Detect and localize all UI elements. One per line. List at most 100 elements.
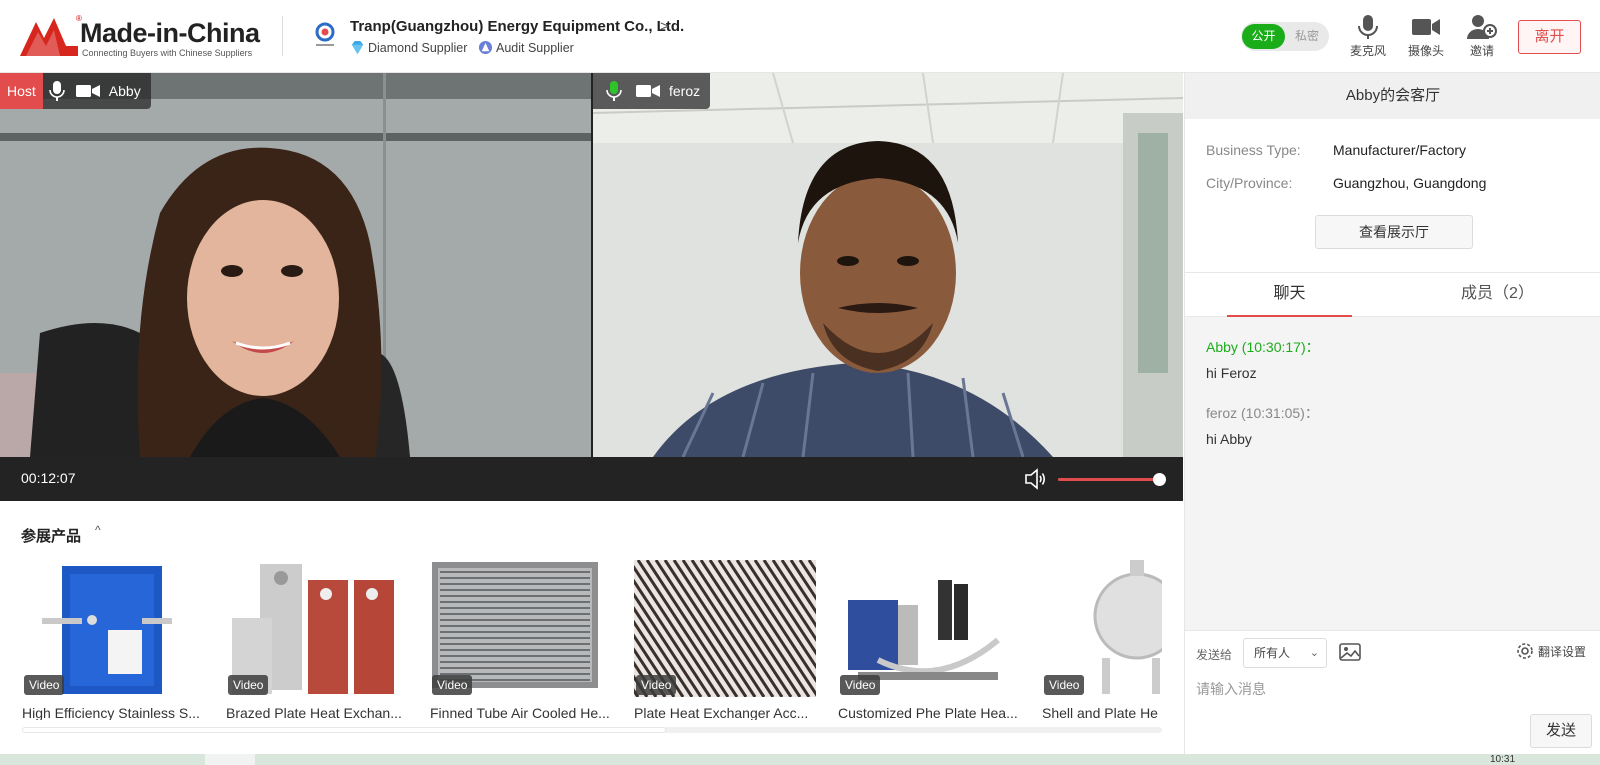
camera-icon (636, 85, 660, 97)
business-type-value: Manufacturer/Factory (1333, 142, 1467, 158)
message-composer: 发送给 所有人 ⌄ 翻译设置 发送 (1185, 630, 1600, 754)
volume-icon[interactable] (1024, 467, 1048, 491)
video-tile-guest[interactable]: feroz (593, 73, 1183, 457)
tab-chat[interactable]: 聊天 (1227, 273, 1352, 317)
volume-slider-fill (1058, 478, 1159, 481)
product-card[interactable]: Video High Efficiency Stainless S... (22, 560, 204, 720)
product-name[interactable]: Finned Tube Air Cooled He... (430, 705, 612, 720)
call-timer: 00:12:07 (21, 470, 76, 486)
translate-settings-button[interactable]: 翻译设置 (1516, 642, 1586, 660)
product-thumbnail[interactable]: Video (226, 560, 408, 697)
participant-name: feroz (669, 83, 701, 99)
side-tabs: 聊天 成员（2） (1185, 272, 1600, 317)
privacy-toggle[interactable]: 公开 私密 (1241, 22, 1329, 51)
send-button[interactable]: 发送 (1530, 714, 1592, 748)
video-controls-bar: 00:12:07 (0, 457, 1183, 501)
logo-mark-icon (20, 18, 78, 56)
add-user-icon (1467, 15, 1497, 39)
video-tile-host[interactable]: Host Abby (0, 73, 591, 457)
scrollbar-thumb[interactable] (22, 727, 667, 733)
logo-text: Made-in-China (80, 18, 260, 48)
product-card[interactable]: Video Shell and Plate He (1042, 560, 1162, 720)
audit-icon (478, 40, 493, 55)
view-showroom-button[interactable]: 查看展示厅 (1315, 215, 1473, 249)
company-name-link[interactable]: Tranp(Guangzhou) Energy Equipment Co., L… (350, 18, 684, 35)
host-name-tag: Host Abby (0, 73, 151, 109)
message-text: hi Feroz (1206, 365, 1257, 381)
camera-icon (75, 85, 100, 97)
mic-icon (606, 81, 622, 101)
guest-video-feed (593, 73, 1183, 457)
camera-label: 摄像头 (1407, 44, 1444, 58)
made-in-china-logo[interactable]: ® Made-in-China Connecting Buyers with C… (20, 14, 260, 60)
logo-tagline: Connecting Buyers with Chinese Suppliers (82, 48, 253, 58)
leave-button[interactable]: 离开 (1518, 20, 1581, 54)
recipient-select[interactable]: 所有人 ⌄ (1243, 638, 1327, 668)
chat-message: Abby (10:30:17)： hi Feroz (1206, 337, 1586, 381)
products-title: 参展产品 (21, 528, 82, 545)
mic-icon (48, 81, 65, 101)
gear-icon (1517, 643, 1533, 659)
business-type-label: Business Type: (1206, 142, 1301, 158)
microphone-button[interactable]: 麦克风 (1343, 14, 1393, 59)
diamond-icon (351, 40, 364, 55)
product-thumbnail[interactable]: Video (430, 560, 612, 697)
product-scrollbar[interactable] (22, 727, 1162, 733)
recipient-value: 所有人 (1254, 646, 1291, 660)
participant-name: Abby (108, 83, 141, 99)
product-thumbnail[interactable]: Video (1042, 560, 1162, 697)
city-province-value: Guangzhou, Guangdong (1333, 175, 1487, 191)
public-option[interactable]: 公开 (1242, 24, 1285, 49)
invite-label: 邀请 (1469, 44, 1494, 58)
host-label: Host (0, 73, 43, 109)
supplier-info: Business Type: Manufacturer/Factory City/… (1185, 119, 1600, 272)
product-card[interactable]: Video Finned Tube Air Cooled He... (430, 560, 612, 720)
video-tag: Video (1044, 675, 1085, 695)
chat-message: feroz (10:31:05)： hi Abby (1206, 403, 1586, 447)
product-thumbnail[interactable]: Video (634, 560, 816, 697)
video-area: Host Abby feroz 00:12:07 (0, 73, 1183, 501)
product-card[interactable]: Video Customized Phe Plate Hea... (838, 560, 1020, 720)
chat-log: Abby (10:30:17)： hi Feroz feroz (10:31:0… (1206, 337, 1586, 461)
diamond-supplier-label: Diamond Supplier (368, 40, 468, 55)
business-type-row: Business Type: Manufacturer/Factory (1206, 142, 1466, 158)
top-header: ® Made-in-China Connecting Buyers with C… (0, 0, 1600, 73)
audit-supplier-badge: Audit Supplier (478, 40, 574, 55)
video-tag: Video (636, 675, 677, 695)
product-name[interactable]: Customized Phe Plate Hea... (838, 705, 1020, 720)
os-taskbar: 10:31 (0, 754, 1600, 765)
exhibited-products-section: 参展产品 ^ Video High Efficiency Stainless S… (0, 501, 1183, 754)
product-name[interactable]: High Efficiency Stainless S... (22, 705, 204, 720)
chevron-right-icon[interactable]: > (660, 18, 669, 35)
taskbar-app-button[interactable] (205, 754, 255, 765)
volume-slider[interactable] (1058, 473, 1166, 486)
microphone-icon (1358, 15, 1378, 39)
image-upload-icon[interactable] (1339, 642, 1361, 662)
send-to-label: 发送给 (1196, 648, 1233, 662)
message-sender: feroz (10:31:05)： (1206, 405, 1319, 421)
message-input[interactable] (1196, 678, 1586, 700)
invite-button[interactable]: 邀请 (1457, 14, 1507, 59)
chevron-down-icon: ⌄ (1309, 647, 1319, 659)
taskbar-clock: 10:31 (1490, 754, 1516, 765)
video-tag: Video (228, 675, 269, 695)
video-tag: Video (24, 675, 65, 695)
translate-settings-label: 翻译设置 (1538, 644, 1587, 659)
collapse-chevron-icon[interactable]: ^ (95, 523, 101, 537)
tab-members[interactable]: 成员（2） (1435, 273, 1560, 317)
product-thumbnail[interactable]: Video (838, 560, 1020, 697)
company-logo-icon (315, 22, 335, 46)
message-text: hi Abby (1206, 431, 1252, 447)
private-option[interactable]: 私密 (1287, 24, 1327, 49)
product-card[interactable]: Video Brazed Plate Heat Exchan... (226, 560, 408, 720)
product-thumbnail[interactable]: Video (22, 560, 204, 697)
city-province-row: City/Province: Guangzhou, Guangdong (1206, 175, 1486, 191)
product-name[interactable]: Shell and Plate He (1042, 705, 1162, 720)
guest-name-tag: feroz (593, 73, 711, 109)
camera-button[interactable]: 摄像头 (1401, 14, 1451, 59)
header-divider (282, 16, 283, 56)
product-name[interactable]: Plate Heat Exchanger Acc... (634, 705, 816, 720)
volume-slider-handle[interactable] (1152, 473, 1166, 486)
product-card[interactable]: Video Plate Heat Exchanger Acc... (634, 560, 816, 720)
product-name[interactable]: Brazed Plate Heat Exchan... (226, 705, 408, 720)
